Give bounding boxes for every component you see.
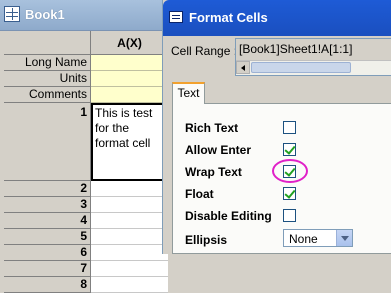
scroll-left-arrow-icon[interactable]: [236, 61, 250, 74]
disable-editing-checkbox[interactable]: [283, 209, 296, 222]
book-title: Book1: [25, 7, 65, 22]
dialog-title-bar[interactable]: Format Cells: [163, 0, 391, 36]
row-number-7[interactable]: 7: [4, 261, 91, 277]
highlight-circle-annotation: [272, 159, 308, 183]
column-header-row: A(X): [4, 31, 168, 55]
scroll-thumb[interactable]: [251, 62, 351, 73]
rich-text-checkbox[interactable]: [283, 121, 296, 134]
format-cells-dialog: Format Cells Cell Range : [Book1]Sheet1!…: [162, 0, 391, 254]
ellipsis-label: Ellipsis: [185, 233, 228, 247]
comments-label[interactable]: Comments: [4, 87, 91, 103]
cell-a5[interactable]: [91, 229, 168, 245]
float-label: Float: [185, 187, 214, 201]
cell-range-label: Cell Range :: [171, 44, 238, 58]
row-number-5[interactable]: 5: [4, 229, 91, 245]
rich-text-label: Rich Text: [185, 121, 239, 135]
row-number-4[interactable]: 4: [4, 213, 91, 229]
cell-a3[interactable]: [91, 197, 168, 213]
cell-a2[interactable]: [91, 181, 168, 197]
disable-editing-label: Disable Editing: [185, 209, 272, 223]
row-number-2[interactable]: 2: [4, 181, 91, 197]
cell-range-scrollbar[interactable]: [236, 60, 391, 75]
row-number-3[interactable]: 3: [4, 197, 91, 213]
float-checkbox[interactable]: [283, 187, 296, 200]
worksheet-grid: A(X) Long Name Units Comments 1 This is …: [4, 31, 168, 293]
select-all-corner[interactable]: [4, 31, 91, 55]
comments-cell[interactable]: [91, 87, 168, 103]
wrap-text-label: Wrap Text: [185, 165, 242, 179]
allow-enter-checkbox[interactable]: [283, 143, 296, 156]
ellipsis-selected-value: None: [289, 232, 318, 246]
cell-a4[interactable]: [91, 213, 168, 229]
units-cell[interactable]: [91, 71, 168, 87]
allow-enter-label: Allow Enter: [185, 143, 252, 157]
chevron-down-icon[interactable]: [336, 230, 352, 246]
row-number-1[interactable]: 1: [4, 103, 91, 181]
tab-text[interactable]: Text: [172, 82, 205, 104]
dialog-window-icon: [169, 11, 183, 23]
dialog-title: Format Cells: [189, 10, 268, 25]
row-number-6[interactable]: 6: [4, 245, 91, 261]
cell-range-value: [Book1]Sheet1!A[1:1]: [239, 42, 353, 56]
cell-a6[interactable]: [91, 245, 168, 261]
cell-a7[interactable]: [91, 261, 168, 277]
cell-range-field[interactable]: [Book1]Sheet1!A[1:1]: [235, 38, 391, 76]
worksheet-icon: [4, 6, 20, 22]
column-a-header[interactable]: A(X): [91, 31, 168, 55]
cell-a8[interactable]: [91, 277, 168, 293]
cell-a1[interactable]: This is test for the format cell: [91, 103, 168, 181]
ellipsis-dropdown[interactable]: None: [283, 229, 353, 247]
long-name-cell[interactable]: [91, 55, 168, 71]
row-number-8[interactable]: 8: [4, 277, 91, 293]
long-name-label[interactable]: Long Name: [4, 55, 91, 71]
text-tab-panel: Rich Text Allow Enter Wrap Text Float Di…: [172, 103, 391, 254]
units-label[interactable]: Units: [4, 71, 91, 87]
